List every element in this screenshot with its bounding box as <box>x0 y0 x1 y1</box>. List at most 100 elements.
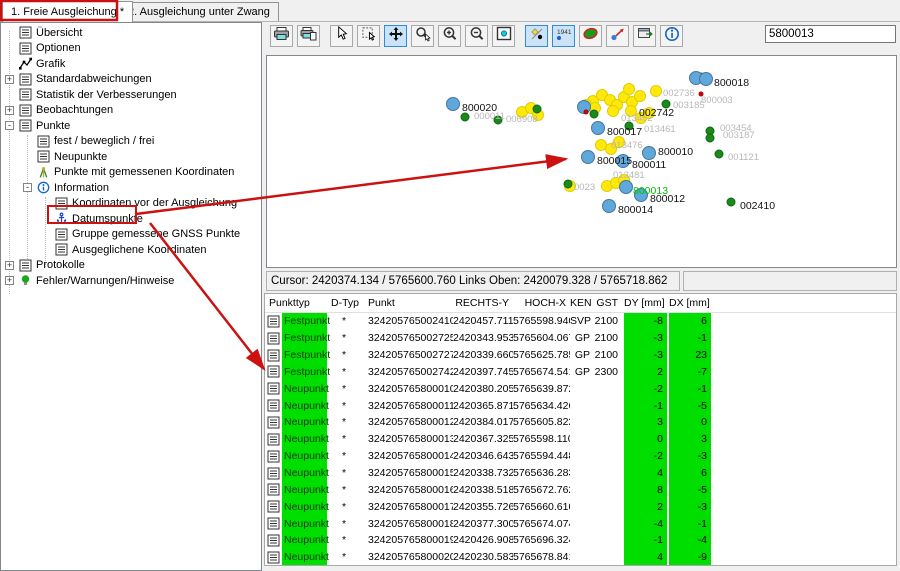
row-list-icon <box>265 330 282 347</box>
list-icon <box>36 135 50 148</box>
sidebar-item-uebersicht[interactable]: Übersicht <box>1 25 261 41</box>
sidebar-item-protokolle[interactable]: +Protokolle <box>1 258 261 274</box>
sidebar-item-fest-beweglich-frei[interactable]: fest / beweglich / frei <box>1 134 261 150</box>
toolbar-button-toggle-point-labels[interactable]: 1941 <box>552 25 575 47</box>
table-row[interactable]: Neupunkt*3242057658000192420426.90857656… <box>265 532 896 549</box>
tree-expander[interactable]: - <box>23 183 32 192</box>
cell-punkt: 324205765002410 <box>361 315 453 327</box>
props-icon <box>637 26 653 46</box>
cell-punkttyp: Festpunkt <box>282 330 327 347</box>
tree-expander[interactable]: + <box>5 261 14 270</box>
sidebar-item-punkte[interactable]: -Punkte <box>1 118 261 134</box>
point-search-input[interactable] <box>765 25 896 43</box>
map-point-label: 800011 <box>632 159 666 171</box>
tree-expander[interactable]: - <box>5 121 14 130</box>
row-list-icon <box>265 481 282 498</box>
sidebar-item-ausgeglichene-koordinaten[interactable]: Ausgeglichene Koordinaten <box>1 242 261 258</box>
map-point-label: 0023 <box>574 182 595 193</box>
cell-punkttyp: Neupunkt <box>282 498 327 515</box>
table-row[interactable]: Neupunkt*3242057658000162420338.51857656… <box>265 481 896 498</box>
cell-hoch-x: 5765625.785 <box>513 349 570 361</box>
status-bar-secondary <box>683 271 897 291</box>
toolbar-button-select[interactable] <box>330 25 353 47</box>
table-row[interactable]: Neupunkt*3242057658000172420355.72657656… <box>265 498 896 515</box>
sidebar-item-statistik-der-verbesserungen[interactable]: Statistik der Verbesserungen <box>1 87 261 103</box>
table-row[interactable]: Neupunkt*3242057658000112420365.87157656… <box>265 397 896 414</box>
header-rechts-y[interactable]: RECHTS-Y <box>453 297 513 309</box>
list-icon <box>36 150 50 163</box>
toolbar-button-pan[interactable] <box>384 25 407 47</box>
sidebar-item-fehler-warnungen-hinweise[interactable]: +Fehler/Warnungen/Hinweise <box>1 273 261 289</box>
toolbar-button-zoom-out[interactable] <box>465 25 488 47</box>
tree-expander[interactable]: + <box>5 276 14 285</box>
table-row[interactable]: Neupunkt*3242057658000202420230.58357656… <box>265 549 896 566</box>
cell-rechts-y: 2420367.325 <box>453 433 513 445</box>
infocircle-icon <box>664 26 680 47</box>
cell-rechts-y: 2420457.711 <box>453 315 513 327</box>
sidebar-item-optionen[interactable]: Optionen <box>1 41 261 57</box>
toolbar-button-toggle-error-ellipses[interactable] <box>579 25 602 47</box>
table-row[interactable]: Neupunkt*3242057658000132420367.32557655… <box>265 431 896 448</box>
header-punkt[interactable]: Punkt <box>361 297 453 309</box>
cell-dx-mm: -1 <box>667 380 711 397</box>
cell-dy-mm: -2 <box>622 380 667 397</box>
sidebar-item-koordinaten-vor-der-ausgleichung[interactable]: Koordinaten vor der Ausgleichung <box>1 196 261 212</box>
cell-ken: GP <box>570 332 594 344</box>
map-canvas[interactable]: 0000110069080027368000030031850134620134… <box>267 56 896 267</box>
toolbar-button-print[interactable] <box>270 25 293 47</box>
toolbar-button-zoom-window[interactable] <box>411 25 434 47</box>
header-d-typ[interactable]: D-Typ <box>327 297 361 309</box>
table-row[interactable]: Festpunkt*3242057650027272420339.6605765… <box>265 347 896 364</box>
row-list-icon <box>265 364 282 381</box>
tree-expander[interactable]: + <box>5 75 14 84</box>
sidebar-item-grafik[interactable]: Grafik <box>1 56 261 72</box>
table-row[interactable]: Neupunkt*3242057658000142420346.64357655… <box>265 448 896 465</box>
tree-expander[interactable]: + <box>5 106 14 115</box>
header-hoch-x[interactable]: HOCH-X <box>513 297 570 309</box>
sidebar-item-beobachtungen[interactable]: +Beobachtungen <box>1 103 261 119</box>
toolbar-button-overview[interactable] <box>492 25 515 47</box>
header-ken[interactable]: KEN <box>570 297 594 309</box>
tab-ausgleichung-unter-zwang[interactable]: 2. Ausgleichung unter Zwang <box>119 2 279 21</box>
map-point-blue <box>643 147 656 160</box>
toolbar-button-info[interactable] <box>660 25 683 47</box>
cell-punkttyp: Neupunkt <box>282 549 327 566</box>
cell-dx-mm: -5 <box>667 397 711 414</box>
toolbar-button-properties[interactable] <box>633 25 656 47</box>
sidebar-item-punkte-mit-gemessenen-koordinaten[interactable]: Punkte mit gemessenen Koordinaten <box>1 165 261 181</box>
table-row[interactable]: Neupunkt*3242057658000122420384.01757656… <box>265 414 896 431</box>
header-punkttyp[interactable]: Punkttyp <box>265 297 327 309</box>
header-dx-mm[interactable]: DX [mm] <box>667 297 711 309</box>
map-point-label: 800015 <box>597 155 632 167</box>
map-point-green <box>715 150 723 158</box>
toolbar-button-zoom-in[interactable] <box>438 25 461 47</box>
cell-dx-mm: -5 <box>667 481 711 498</box>
toolbar-button-toggle-point-symbols[interactable] <box>525 25 548 47</box>
table-row[interactable]: Festpunkt*3242057650024102420457.7115765… <box>265 313 896 330</box>
sidebar-item-label: Information <box>54 182 109 194</box>
table-row[interactable]: Neupunkt*3242057658000102420380.20557656… <box>265 380 896 397</box>
sidebar-item-label: Grafik <box>36 58 65 70</box>
sidebar-item-neupunkte[interactable]: Neupunkte <box>1 149 261 165</box>
tab-freie-ausgleichung[interactable]: 1. Freie Ausgleichung * <box>2 1 133 22</box>
table-row[interactable]: Neupunkt*3242057658000152420338.73257656… <box>265 465 896 482</box>
overview-icon <box>496 26 512 46</box>
sidebar-item-datumspunkte[interactable]: Datumspunkte <box>1 211 261 227</box>
map-point-label: 800020 <box>462 102 497 114</box>
table-row[interactable]: Festpunkt*3242057650027422420397.7455765… <box>265 364 896 381</box>
toolbar-button-print-preview[interactable] <box>297 25 320 47</box>
sidebar-item-gruppe-gemessene-gnss-punkte[interactable]: Gruppe gemessene GNSS Punkte <box>1 227 261 243</box>
ellipse-icon <box>582 26 599 46</box>
toolbar-button-toggle-vectors[interactable] <box>606 25 629 47</box>
map-point-label: 800018 <box>714 77 749 89</box>
sidebar-item-standardabweichungen[interactable]: +Standardabweichungen <box>1 72 261 88</box>
cell-rechts-y: 2420339.660 <box>453 349 513 361</box>
header-gst[interactable]: GST <box>594 297 622 309</box>
cell-d-typ: * <box>327 484 361 496</box>
table-row[interactable]: Festpunkt*3242057650027252420343.9535765… <box>265 330 896 347</box>
header-dy-mm[interactable]: DY [mm] <box>622 297 667 309</box>
table-row[interactable]: Neupunkt*3242057658000182420377.30057656… <box>265 515 896 532</box>
sidebar-item-information[interactable]: - Information <box>1 180 261 196</box>
cell-dx-mm: 6 <box>667 465 711 482</box>
toolbar-button-select-region[interactable] <box>357 25 380 47</box>
